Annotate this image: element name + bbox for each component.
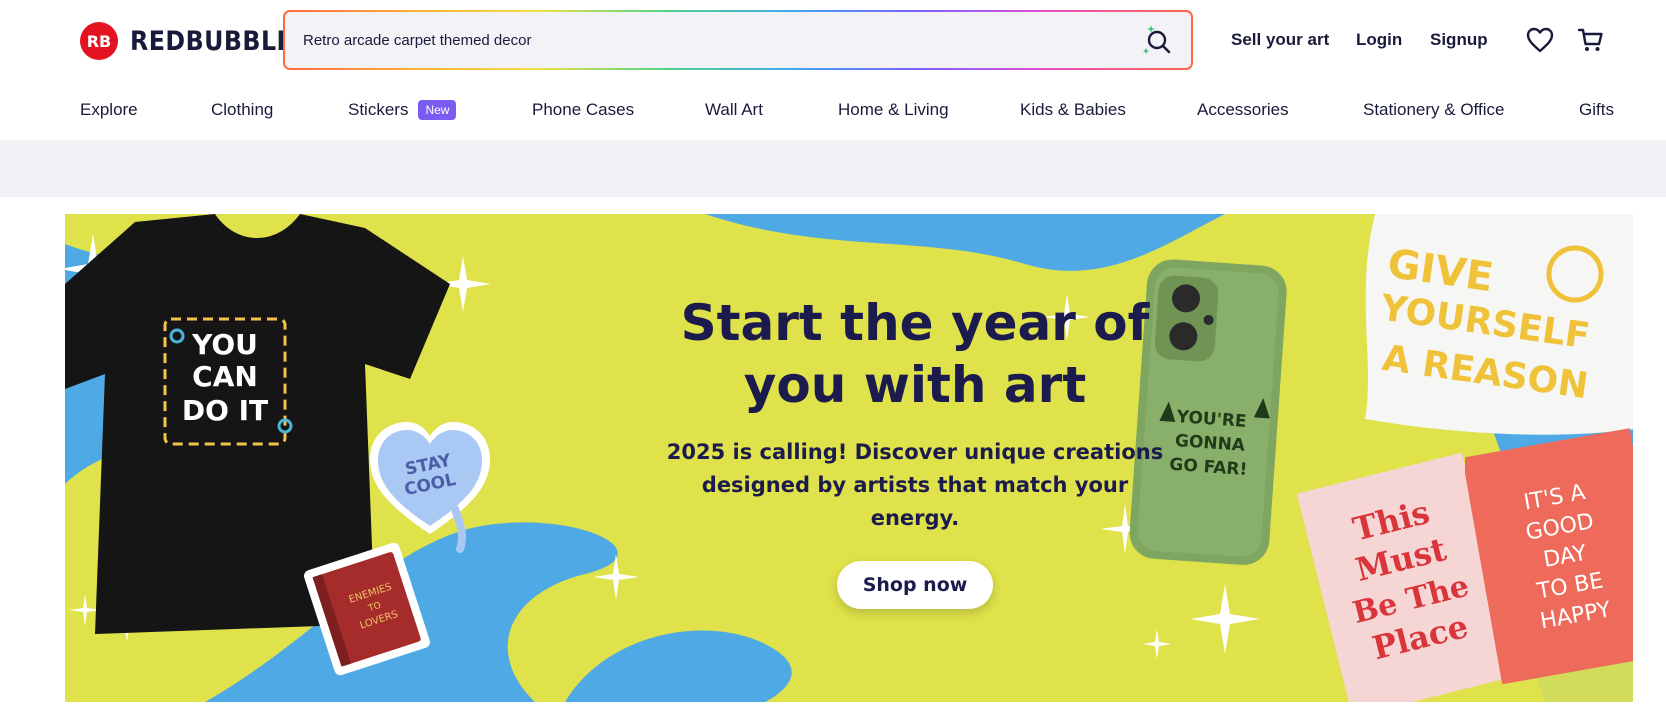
signup-link[interactable]: Signup [1430,30,1488,50]
nav-item-label: Kids & Babies [1020,100,1126,119]
nav-item-label: Explore [80,100,138,119]
nav-item-explore[interactable]: Explore [80,100,138,120]
site-header: RB REDBUBBLE Sell your art Login Signup [0,0,1666,80]
good-day-card-image: IT'S A GOOD DAY TO BE HAPPY [1465,428,1633,685]
wishlist-button[interactable] [1524,24,1556,56]
hero-banner[interactable]: YOU CAN DO IT STAY COOL ENEMIES TO LOVER… [65,214,1633,702]
nav-item-label: Wall Art [705,100,763,119]
nav-item-label: Stationery & Office [1363,100,1505,119]
hero-title: Start the year of you with art [595,292,1235,416]
nav-item-gifts[interactable]: Gifts [1579,100,1614,120]
logo-mark: RB [80,22,118,60]
cart-icon [1577,28,1603,51]
search-bar [283,10,1193,70]
nav-item-wall-art[interactable]: Wall Art [705,100,763,120]
category-nav: Explore Clothing Stickers New Phone Case… [0,88,1666,138]
cart-button[interactable] [1575,24,1607,56]
search-input[interactable] [301,30,1139,50]
hero-title-line: you with art [743,356,1087,414]
heart-icon [1526,27,1554,53]
hero-copy: Start the year of you with art 2025 is c… [595,292,1235,609]
login-link[interactable]: Login [1356,30,1402,50]
nav-item-label: Home & Living [838,100,949,119]
nav-item-clothing[interactable]: Clothing [211,100,273,120]
book-sticker-image: ENEMIES TO LOVERS [304,542,430,676]
nav-item-phone-cases[interactable]: Phone Cases [532,100,634,120]
nav-item-label: Gifts [1579,100,1614,119]
nav-item-accessories[interactable]: Accessories [1197,100,1289,120]
tshirt-text-line: DO IT [182,394,268,427]
nav-item-label: Accessories [1197,100,1289,119]
nav-item-stickers[interactable]: Stickers New [348,100,457,120]
search-button[interactable] [1139,22,1175,58]
tshirt-text-line: CAN [192,360,258,393]
nav-item-label: Clothing [211,100,274,119]
nav-item-kids-babies[interactable]: Kids & Babies [1020,100,1126,120]
hero-subtitle: 2025 is calling! Discover unique creatio… [666,440,1164,530]
nav-item-label: Stickers [348,100,409,119]
nav-item-label: Phone Cases [532,100,635,119]
logo-wordmark: REDBUBBLE [130,25,294,57]
sell-your-art-link[interactable]: Sell your art [1231,30,1329,50]
nav-item-home-living[interactable]: Home & Living [838,100,949,120]
hero-title-line: Start the year of [680,294,1150,352]
new-badge: New [418,100,457,120]
promo-band [0,140,1666,197]
nav-item-stationery-office[interactable]: Stationery & Office [1363,100,1504,120]
search-sparkle-icon [1143,25,1171,54]
shop-now-button[interactable]: Shop now [836,561,994,609]
redbubble-logo[interactable]: RB REDBUBBLE [80,22,315,60]
tshirt-text-line: YOU [191,328,258,361]
